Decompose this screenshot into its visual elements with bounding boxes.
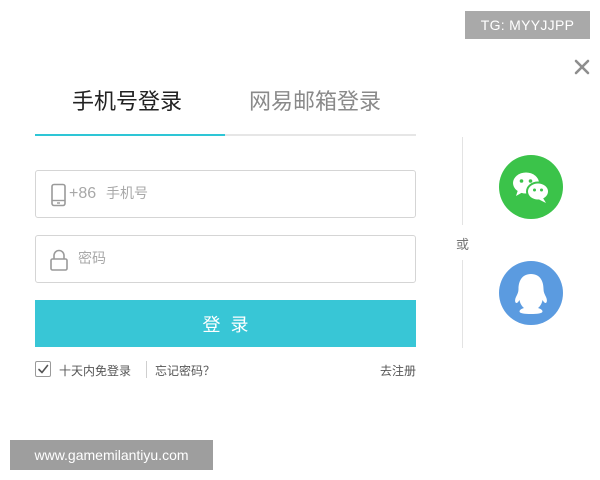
remember-label[interactable]: 十天内免登录 bbox=[59, 362, 131, 379]
wechat-login-button[interactable] bbox=[499, 155, 563, 219]
password-input[interactable] bbox=[78, 236, 378, 282]
login-tabs: 手机号登录 网易邮箱登录 bbox=[35, 78, 416, 138]
options-divider bbox=[146, 361, 147, 378]
password-field bbox=[35, 235, 416, 283]
country-code[interactable]: +86 bbox=[69, 185, 96, 203]
wechat-icon bbox=[513, 172, 550, 203]
forgot-password-link[interactable]: 忘记密码？ bbox=[155, 362, 215, 379]
phone-field: +86 bbox=[35, 170, 416, 218]
mobile-phone-icon bbox=[48, 183, 70, 207]
login-options: 十天内免登录 忘记密码？ 去注册 bbox=[35, 360, 416, 380]
qq-login-button[interactable] bbox=[499, 261, 563, 325]
tab-phone-login[interactable]: 手机号登录 bbox=[72, 84, 182, 116]
close-button[interactable] bbox=[571, 56, 593, 78]
vertical-divider-bottom bbox=[462, 260, 463, 348]
tab-email-login[interactable]: 网易邮箱登录 bbox=[249, 84, 381, 116]
checkmark-icon bbox=[38, 364, 49, 374]
qq-icon bbox=[515, 274, 547, 314]
login-button[interactable]: 登录 bbox=[35, 300, 416, 347]
tab-active-indicator bbox=[35, 134, 225, 136]
close-icon bbox=[574, 59, 590, 75]
or-label: 或 bbox=[456, 238, 470, 253]
register-link[interactable]: 去注册 bbox=[380, 362, 416, 379]
vertical-divider-top bbox=[462, 137, 463, 225]
site-watermark: www.gamemilantiyu.com bbox=[10, 440, 213, 470]
remember-checkbox[interactable] bbox=[35, 361, 51, 377]
phone-input[interactable] bbox=[106, 171, 406, 217]
lock-icon bbox=[48, 248, 70, 272]
tg-badge: TG: MYYJJPP bbox=[465, 11, 590, 39]
